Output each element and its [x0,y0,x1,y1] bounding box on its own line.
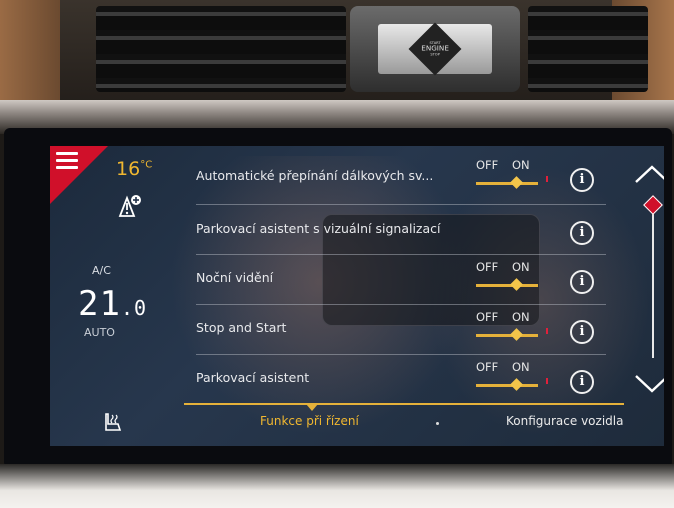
start-engine-button[interactable]: START ENGINE STOP [378,22,492,76]
setting-row-night-vision[interactable]: Noční vidění OFF ON i [196,254,620,304]
set-temperature[interactable]: 21.0 [78,284,147,324]
setting-row-parking-assist[interactable]: Parkovací asistent OFF ON i [196,354,620,404]
setting-label: Automatické přepínání dálkových sv... [196,168,434,183]
outside-temp-value: 16 [116,158,141,180]
tab-separator-dot [436,422,439,425]
status-indicator [546,176,548,182]
setting-label: Stop and Start [196,320,287,335]
toggle-track [476,284,538,287]
set-temp-decimal: .0 [120,296,148,320]
setting-label: Parkovací asistent s vizuální signalizac… [196,221,441,236]
toggle-off-label: OFF [476,360,499,374]
hamburger-menu-icon[interactable] [56,152,78,170]
toggle-off-label: OFF [476,310,499,324]
set-temp-integer: 21 [78,284,121,324]
stop-start-toggle[interactable]: OFF ON [476,310,556,350]
info-icon[interactable]: i [570,370,594,394]
info-icon[interactable]: i [570,270,594,294]
tab-driving-functions[interactable]: Funkce při řízení [260,414,359,428]
toggle-knob [510,278,523,291]
ac-label[interactable]: A/C [92,264,111,277]
parking-assist-toggle[interactable]: OFF ON [476,360,556,400]
toggle-track [476,384,538,387]
toggle-knob [510,176,523,189]
setting-row-stop-start[interactable]: Stop and Start OFF ON i [196,304,620,354]
setting-label: Noční vidění [196,270,274,285]
scroll-down-chevron-icon[interactable] [634,374,664,394]
toggle-knob [510,328,523,341]
start-stop-button-housing: START ENGINE STOP [350,6,520,92]
engine-label: ENGINE [421,44,449,53]
dashboard-bottom [0,464,674,508]
seat-heating-icon[interactable] [102,412,124,432]
start-engine-badge: START ENGINE STOP [408,22,462,76]
toggle-on-label: ON [512,360,530,374]
toggle-track [476,334,538,337]
toggle-on-label: ON [512,260,530,274]
info-icon[interactable]: i [570,168,594,192]
toggle-off-label: OFF [476,158,499,172]
leather-trim-left [0,0,60,100]
info-icon[interactable]: i [570,320,594,344]
toggle-off-label: OFF [476,260,499,274]
tab-vehicle-configuration[interactable]: Konfigurace vozidla [506,414,623,428]
stop-label: STOP [430,52,440,57]
status-indicator [546,378,548,384]
infotainment-screen: 16°C A/C 21.0 AUTO Automatické přepínání… [50,146,664,446]
toggle-on-label: ON [512,158,530,172]
toggle-track [476,182,538,185]
setting-label: Parkovací asistent [196,370,310,385]
scrollbar-track[interactable] [652,196,654,358]
toggle-knob [510,378,523,391]
temp-unit: °C [140,159,153,171]
air-vent-left [96,6,346,92]
info-icon[interactable]: i [570,221,594,245]
active-tab-caret [306,404,318,411]
status-indicator [546,328,548,334]
auto-label[interactable]: AUTO [84,326,115,339]
setting-row-parking-visual[interactable]: Parkovací asistent s vizuální signalizac… [196,205,620,255]
tab-underline [184,403,624,405]
high-beam-toggle[interactable]: OFF ON [476,158,556,198]
night-vision-toggle[interactable]: OFF ON [476,260,556,300]
toggle-on-label: ON [512,310,530,324]
road-warning-plus-icon[interactable] [116,194,142,218]
air-vent-right [528,6,648,92]
outside-temperature: 16°C [116,158,152,180]
setting-row-high-beam[interactable]: Automatické přepínání dálkových sv... OF… [196,152,620,202]
scroll-up-chevron-icon[interactable] [634,164,664,184]
